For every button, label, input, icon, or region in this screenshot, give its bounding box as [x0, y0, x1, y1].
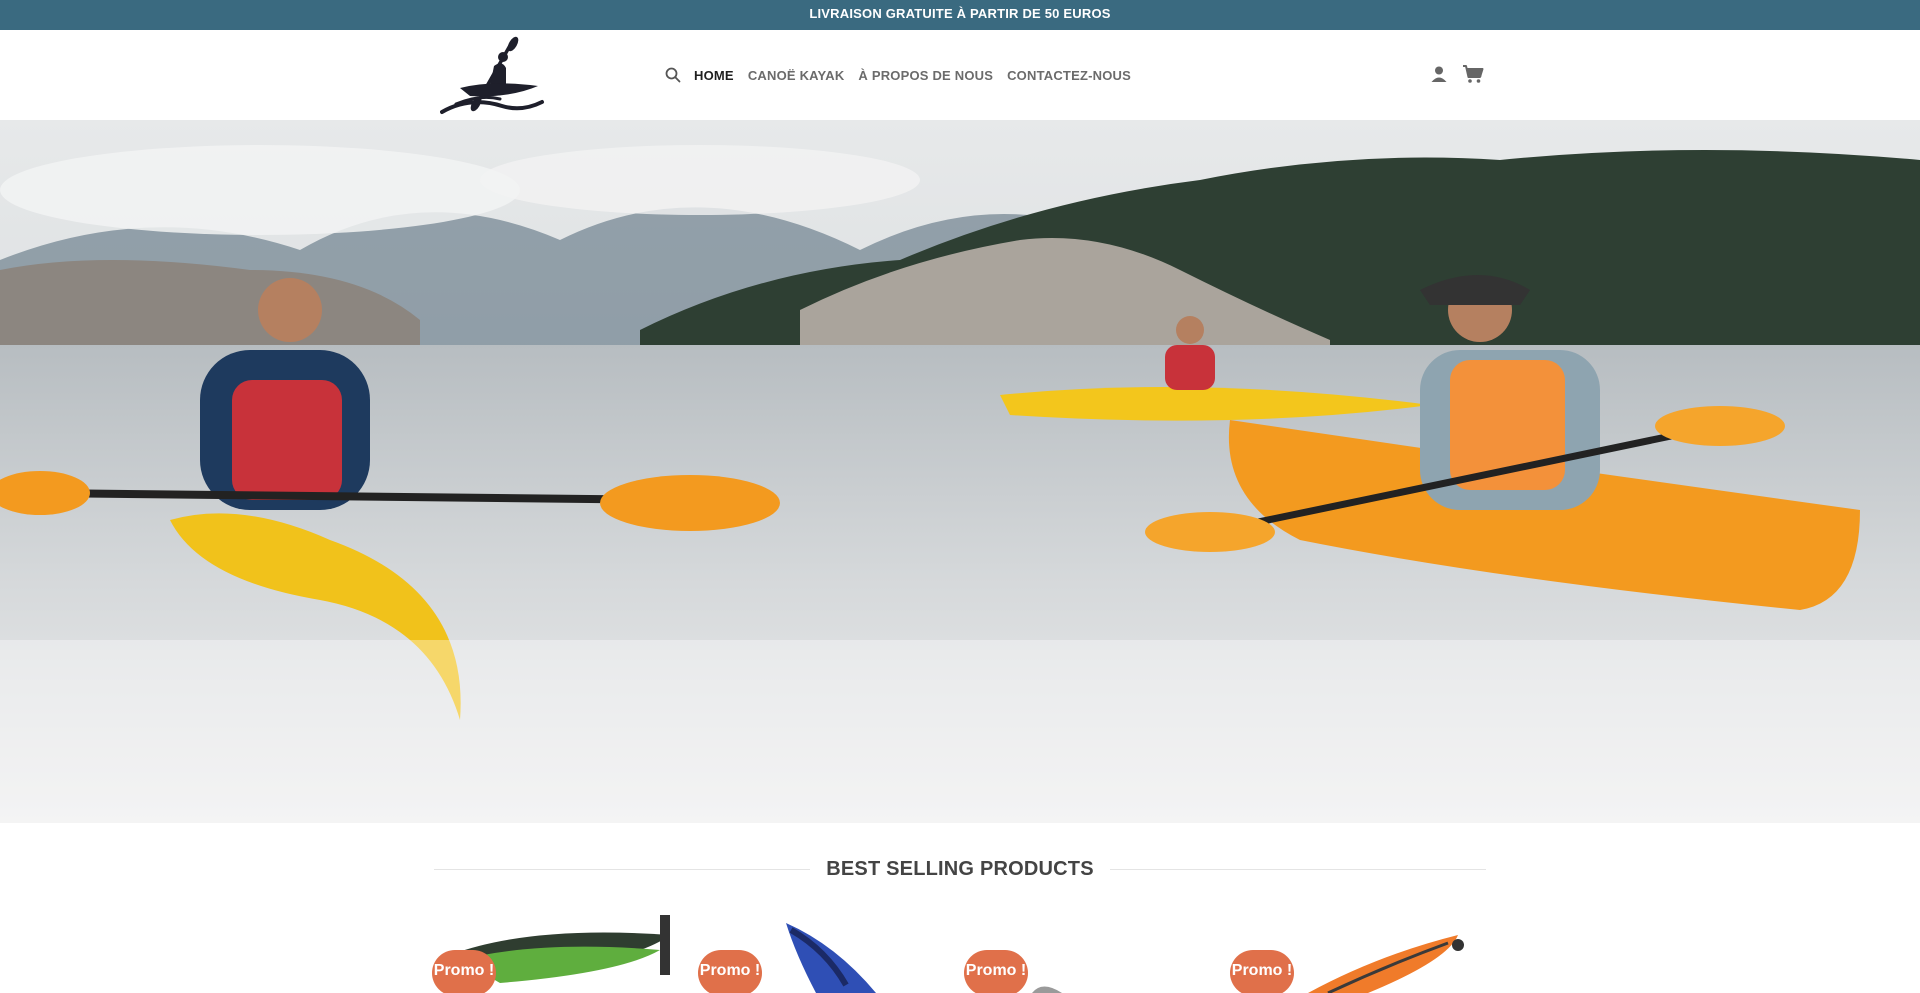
nav-item-canoe-kayak[interactable]: CANOË KAYAK [748, 68, 845, 83]
product-card[interactable]: Promo ! [962, 915, 1212, 993]
divider [434, 868, 811, 870]
user-icon[interactable] [1428, 63, 1450, 85]
product-card[interactable]: Promo ! [430, 915, 680, 993]
nav-item-home[interactable]: HOME [694, 68, 734, 83]
hero-banner[interactable] [0, 120, 1920, 823]
promo-badge: Promo ! [964, 950, 1028, 993]
site-header: HOME CANOË KAYAK À PROPOS DE NOUS CONTAC… [0, 30, 1920, 120]
product-card[interactable]: Promo ! [1228, 915, 1478, 993]
nav-item-about[interactable]: À PROPOS DE NOUS [858, 68, 993, 83]
promo-badge: Promo ! [432, 950, 496, 993]
cart-icon[interactable] [1462, 63, 1484, 85]
product-grid: Promo ! Promo ! Promo ! Promo ! [430, 915, 1490, 993]
main-nav: HOME CANOË KAYAK À PROPOS DE NOUS CONTAC… [664, 63, 1145, 87]
nav-item-contact[interactable]: CONTACTEZ-NOUS [1007, 68, 1131, 83]
search-icon[interactable] [664, 66, 682, 84]
section-title: BEST SELLING PRODUCTS [826, 857, 1094, 880]
announcement-text: LIVRAISON GRATUITE À PARTIR DE 50 EUROS [809, 6, 1111, 21]
promo-badge: Promo ! [1230, 950, 1294, 993]
divider [1109, 868, 1486, 870]
header-actions [1428, 63, 1496, 85]
announcement-bar: LIVRAISON GRATUITE À PARTIR DE 50 EUROS [0, 0, 1920, 30]
section-heading: BEST SELLING PRODUCTS [434, 856, 1486, 882]
promo-badge: Promo ! [698, 950, 762, 993]
kayakers-on-lake-photo [0, 120, 1920, 823]
product-card[interactable]: Promo ! [696, 915, 946, 993]
kayaker-logo-icon[interactable] [440, 36, 545, 116]
